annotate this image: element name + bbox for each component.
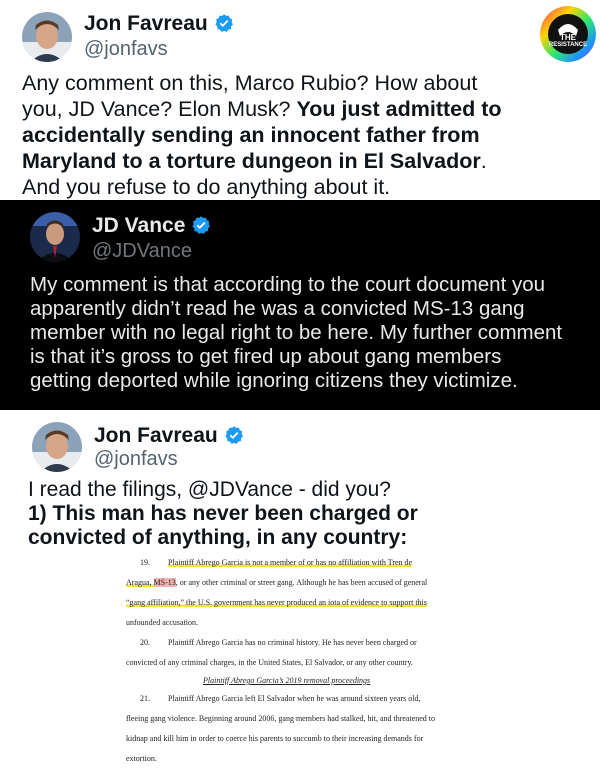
author-handle[interactable]: @jonfavs	[94, 448, 178, 471]
tweet-line: accidentally sending an innocent father …	[22, 123, 480, 147]
tweet-body: I read the filings, @JDVance - did you? …	[28, 478, 593, 550]
logo-text-bottom: RESISTANCE	[548, 42, 588, 48]
avatar[interactable]	[32, 422, 82, 472]
avatar[interactable]	[30, 212, 80, 262]
paragraph-19-line-1: Plaintiff Abrego Garcia is not a member …	[168, 558, 413, 567]
avatar-photo	[32, 422, 82, 472]
paragraph-21-line-4: extortion.	[126, 754, 157, 763]
paragraph-21-number: 21.	[140, 694, 150, 703]
tweet-line: Maryland to a torture dungeon in El Salv…	[22, 149, 487, 173]
verified-badge-icon	[191, 215, 211, 235]
tweet-line: Any comment on this, Marco Rubio? How ab…	[22, 71, 478, 95]
author-handle[interactable]: @jonfavs	[84, 38, 168, 61]
verified-badge-icon	[224, 425, 244, 445]
tweet-jd-vance[interactable]: JD Vance @JDVance My comment is that acc…	[0, 200, 600, 410]
paragraph-19-line-2: Aragua, MS-13, or any other criminal or …	[126, 578, 428, 587]
author-name[interactable]: Jon Favreau	[94, 424, 244, 448]
tweet-line: member with no legal right to be here. M…	[30, 321, 563, 344]
author-handle[interactable]: @JDVance	[92, 240, 192, 263]
court-document-image: 19. Plaintiff Abrego Garcia is not a mem…	[88, 552, 518, 772]
verified-badge-icon	[214, 13, 234, 33]
paragraph-19-line-3: “gang affiliation,” the U.S. government …	[126, 598, 427, 607]
avatar[interactable]	[22, 12, 72, 62]
paragraph-20-line-2: convicted of any criminal charges, in th…	[126, 658, 413, 667]
paragraph-20-number: 20.	[140, 638, 150, 647]
tweet-line: is that it’s gross to get fired up about…	[30, 345, 502, 368]
tweet-line: And you refuse to do anything about it.	[22, 175, 391, 199]
paragraph-21-line-1: Plaintiff Abrego Garcia left El Salvador…	[168, 694, 421, 703]
tweet-body: My comment is that according to the cour…	[30, 273, 595, 393]
avatar-photo	[22, 12, 72, 62]
tweet-line: apparently didn’t read he was a convicte…	[30, 297, 525, 320]
the-resistance-logo: THE RESISTANCE	[540, 6, 596, 62]
logo-text-top: THE	[560, 33, 576, 42]
paragraph-21-line-3: kidnap and kill him in order to coerce h…	[126, 734, 424, 743]
avatar-photo	[30, 212, 80, 262]
paragraph-20-line-1: Plaintiff Abrego Garcia has no criminal …	[168, 638, 417, 647]
tweet-line: convicted of anything, in any country:	[28, 526, 408, 549]
tweet-line: getting deported while ignoring citizens…	[30, 369, 518, 392]
tweet-line: I read the filings, @JDVance - did you?	[28, 478, 391, 501]
tweet-line: 1) This man has never been charged or	[28, 502, 418, 525]
tweet-jon-favreau-1[interactable]: Jon Favreau @jonfavs THE RESISTANCE Any …	[0, 0, 600, 200]
paragraph-19-number: 19.	[140, 558, 150, 567]
section-heading: Plaintiff Abrego Garcia’s 2019 removal p…	[203, 676, 371, 685]
author-name[interactable]: JD Vance	[92, 214, 211, 238]
tweet-line: My comment is that according to the cour…	[30, 273, 546, 296]
paragraph-21-line-2: fleeing gang violence. Beginning around …	[126, 714, 436, 723]
tweet-line: you, JD Vance? Elon Musk? You just admit…	[22, 97, 502, 121]
tweet-body: Any comment on this, Marco Rubio? How ab…	[22, 70, 592, 200]
author-name[interactable]: Jon Favreau	[84, 12, 234, 36]
paragraph-19-line-4: unfounded accusation.	[126, 618, 198, 627]
